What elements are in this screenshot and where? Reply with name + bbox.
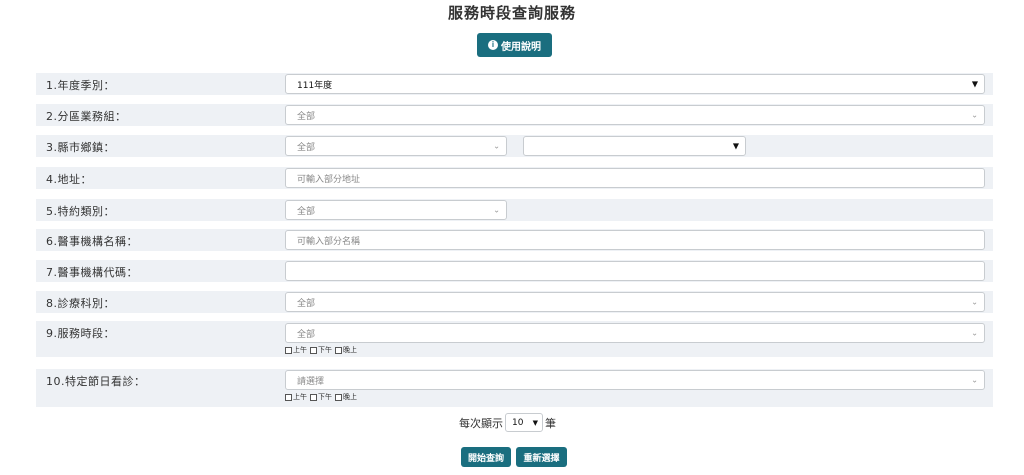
- contract-type-label: 5.特約類別：: [46, 205, 115, 218]
- chevron-down-icon: ▼: [532, 418, 538, 427]
- info-icon: i: [488, 40, 498, 50]
- search-button[interactable]: 開始查詢: [461, 447, 511, 467]
- region-select[interactable]: 全部 ⌄: [285, 105, 985, 125]
- year-select-value: 111年度: [297, 80, 333, 91]
- holiday-checkboxes: 上午 下午 晚上: [285, 392, 359, 402]
- address-placeholder: 可輸入部分地址: [297, 174, 361, 185]
- checkbox-box[interactable]: [310, 393, 317, 401]
- year-label: 1.年度季別：: [46, 79, 115, 92]
- chevron-down-icon: ⌄: [971, 297, 978, 307]
- chevron-down-icon: ⌄: [971, 328, 978, 338]
- page-size-control: 每次顯示 10 ▼ 筆: [459, 413, 556, 432]
- service-time-select-value: 全部: [297, 329, 316, 340]
- service-time-checkboxes: 上午 下午 晚上: [285, 345, 359, 355]
- checkbox-morning[interactable]: 上午: [285, 345, 307, 355]
- county-label: 3.縣市鄉鎮：: [46, 141, 115, 154]
- county-select-value: 全部: [297, 142, 316, 153]
- address-label: 4.地址：: [46, 173, 92, 186]
- checkbox-box[interactable]: [285, 393, 292, 401]
- checkbox-morning[interactable]: 上午: [285, 392, 307, 402]
- checkbox-label: 下午: [318, 393, 332, 401]
- address-input[interactable]: 可輸入部分地址: [285, 168, 985, 188]
- search-button-label: 開始查詢: [467, 453, 504, 464]
- department-select-value: 全部: [297, 298, 316, 309]
- holiday-select-value: 請選擇: [297, 376, 325, 387]
- page-size-select[interactable]: 10 ▼: [505, 413, 543, 432]
- checkbox-label: 上午: [293, 346, 307, 354]
- checkbox-evening[interactable]: 晚上: [335, 345, 357, 355]
- checkbox-box[interactable]: [285, 346, 292, 354]
- checkbox-label: 下午: [318, 346, 332, 354]
- page-size-value: 10: [512, 417, 524, 428]
- reset-button-label: 重新選擇: [523, 453, 560, 464]
- page-title: 服務時段查詢服務: [447, 4, 576, 22]
- institution-name-label: 6.醫事機構名稱：: [46, 235, 138, 248]
- contract-type-select-value: 全部: [297, 206, 316, 217]
- checkbox-afternoon[interactable]: 下午: [310, 345, 332, 355]
- holiday-select[interactable]: 請選擇 ⌄: [285, 370, 985, 390]
- county-select[interactable]: 全部 ⌄: [285, 136, 507, 156]
- region-select-value: 全部: [297, 111, 316, 122]
- checkbox-label: 晚上: [343, 346, 357, 354]
- institution-name-input[interactable]: 可輸入部分名稱: [285, 230, 985, 250]
- chevron-down-icon: ⌄: [493, 141, 500, 151]
- checkbox-box[interactable]: [335, 346, 342, 354]
- checkbox-afternoon[interactable]: 下午: [310, 392, 332, 402]
- checkbox-box[interactable]: [310, 346, 317, 354]
- service-time-label: 9.服務時段：: [46, 327, 115, 340]
- checkbox-label: 上午: [293, 393, 307, 401]
- page-size-suffix: 筆: [545, 416, 556, 430]
- chevron-down-icon: ⌄: [971, 110, 978, 120]
- region-label: 2.分區業務組：: [46, 110, 127, 123]
- year-select[interactable]: 111年度 ▼: [285, 74, 985, 94]
- chevron-down-icon: ▼: [971, 79, 978, 89]
- checkbox-box[interactable]: [335, 393, 342, 401]
- institution-code-label: 7.醫事機構代碼：: [46, 266, 138, 279]
- department-select[interactable]: 全部 ⌄: [285, 292, 985, 312]
- chevron-down-icon: ⌄: [493, 205, 500, 215]
- institution-name-placeholder: 可輸入部分名稱: [297, 236, 361, 247]
- reset-button[interactable]: 重新選擇: [516, 447, 567, 467]
- form-row-contract-type: 5.特約類別：: [36, 199, 993, 221]
- department-label: 8.診療科別：: [46, 297, 115, 310]
- help-button-label: 使用說明: [501, 41, 541, 53]
- township-select[interactable]: ▼: [523, 136, 746, 156]
- form-row-county: 3.縣市鄉鎮：: [36, 135, 993, 157]
- chevron-down-icon: ⌄: [971, 375, 978, 385]
- contract-type-select[interactable]: 全部 ⌄: [285, 200, 507, 220]
- chevron-down-icon: ▼: [732, 141, 739, 151]
- checkbox-evening[interactable]: 晚上: [335, 392, 357, 402]
- checkbox-label: 晚上: [343, 393, 357, 401]
- institution-code-input[interactable]: [285, 261, 985, 281]
- service-time-select[interactable]: 全部 ⌄: [285, 323, 985, 343]
- page-size-prefix: 每次顯示: [459, 416, 503, 430]
- help-button[interactable]: i 使用說明: [477, 33, 552, 57]
- holiday-label: 10.特定節日看診：: [46, 375, 146, 388]
